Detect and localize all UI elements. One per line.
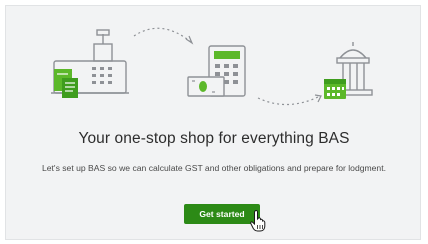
dashed-arrow-icon [133,27,192,43]
cash-icon [187,76,225,97]
hand-cursor-icon [250,210,266,232]
bas-onboarding-card: Your one-stop shop for everything BAS Le… [5,5,421,240]
page-title: Your one-stop shop for everything BAS [78,130,350,147]
bas-illustration [51,27,373,106]
calendar-icon [324,79,346,99]
dashed-arrow-icon [257,95,321,106]
get-started-button[interactable]: Get started [184,204,260,224]
page-description: Let's set up BAS so we can calculate GST… [41,163,386,173]
